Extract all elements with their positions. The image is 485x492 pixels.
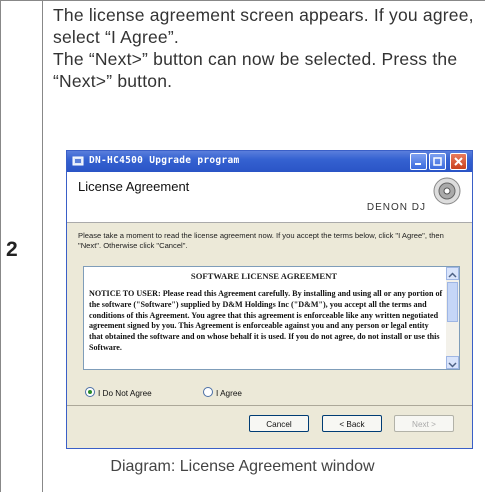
- license-title: SOFTWARE LICENSE AGREEMENT: [190, 271, 338, 281]
- radio-agree[interactable]: I Agree: [203, 387, 242, 398]
- radio-selected-icon: [85, 387, 95, 397]
- back-button[interactable]: < Back: [322, 415, 382, 432]
- table-left-border: [0, 0, 1, 492]
- scroll-thumb[interactable]: [447, 282, 458, 322]
- minimize-icon: [415, 163, 421, 165]
- figure-caption: Diagram: License Agreement window: [110, 458, 375, 475]
- close-button[interactable]: [450, 153, 467, 170]
- radio-do-not-agree[interactable]: I Do Not Agree: [85, 387, 152, 398]
- license-window: DN-HC4500 Upgrade program License Agreem…: [66, 150, 473, 449]
- next-button[interactable]: Next >: [394, 415, 454, 432]
- scroll-up-button[interactable]: [446, 267, 459, 280]
- title-bar[interactable]: DN-HC4500 Upgrade program: [67, 151, 472, 172]
- instructions: The license agreement screen appears. If…: [53, 4, 479, 92]
- window-title: DN-HC4500 Upgrade program: [89, 155, 240, 166]
- scroll-down-button[interactable]: [446, 356, 459, 369]
- radio-unselected-icon: [203, 387, 213, 397]
- instruction-1: The license agreement screen appears. If…: [53, 5, 474, 47]
- table-top-border: [0, 0, 485, 1]
- radio-do-not-agree-label: I Do Not Agree: [98, 389, 152, 398]
- table-column-divider: [42, 0, 43, 492]
- instruction-2: The “Next>” button can now be selected. …: [53, 49, 458, 91]
- page-title: License Agreement: [78, 179, 190, 194]
- brand-logo-text: DENON DJ: [366, 202, 426, 213]
- disc-logo-icon: [433, 177, 461, 205]
- license-textbox[interactable]: SOFTWARE LICENSE AGREEMENT NOTICE TO USE…: [83, 266, 460, 370]
- wizard-header: License Agreement DENON DJ: [67, 172, 472, 223]
- cancel-button[interactable]: Cancel: [249, 415, 309, 432]
- chevron-up-icon: [448, 272, 457, 278]
- step-number: 2: [6, 238, 18, 261]
- minimize-button[interactable]: [410, 153, 427, 170]
- setup-icon: [72, 156, 84, 166]
- close-icon: [454, 157, 463, 166]
- button-separator: [67, 405, 472, 406]
- maximize-icon: [433, 157, 442, 166]
- instructions-text: Please take a moment to read the license…: [78, 231, 444, 250]
- radio-agree-label: I Agree: [216, 389, 242, 398]
- license-scrollbar[interactable]: [446, 267, 459, 369]
- maximize-button[interactable]: [429, 153, 446, 170]
- chevron-down-icon: [448, 362, 457, 368]
- license-body: NOTICE TO USER: Please read this Agreeme…: [89, 289, 443, 352]
